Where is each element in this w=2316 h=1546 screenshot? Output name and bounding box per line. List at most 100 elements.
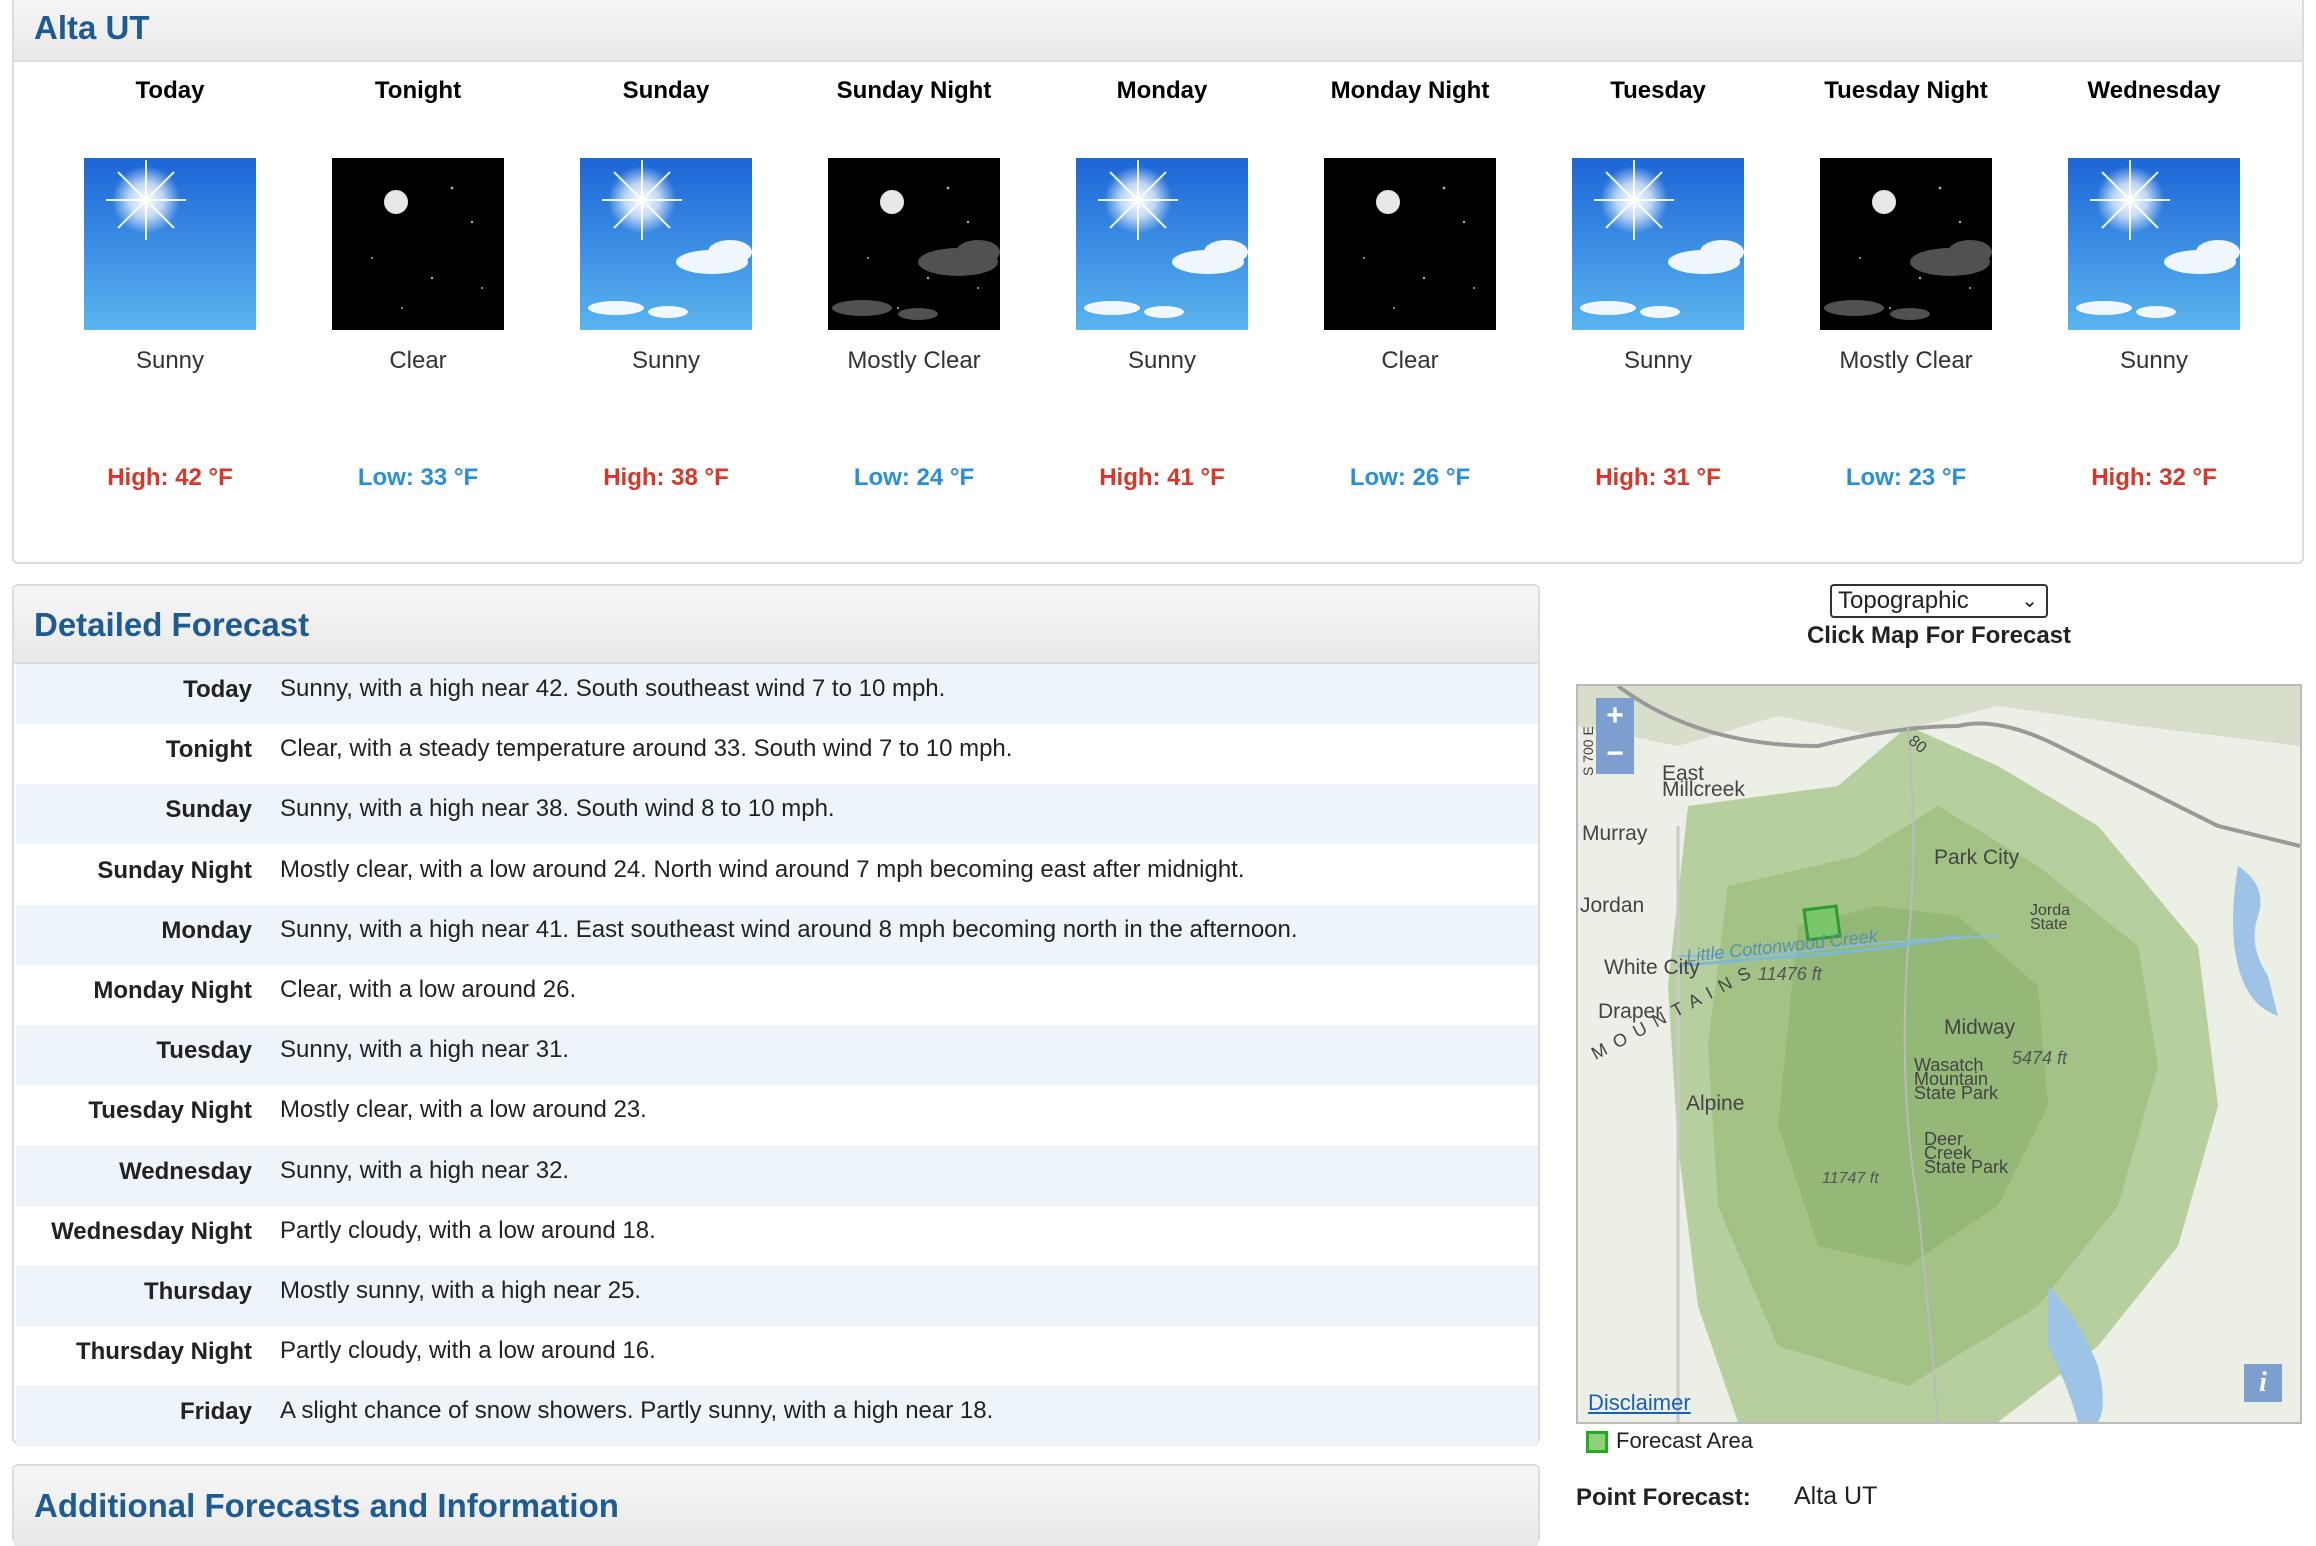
night-sky-image (828, 158, 1000, 330)
map-label-wasatch: Wasatch Mountain State Park (1914, 1055, 1999, 1103)
map-label-elev-5474: 5474 ft (2012, 1048, 2068, 1068)
map-layer-selected: Topographic (1838, 587, 1969, 614)
detailed-forecast-row: Friday A slight chance of snow showers. P… (16, 1386, 1538, 1447)
period-name: Tuesday (1610, 77, 1706, 104)
temp-low: Low: 26 °F (1349, 464, 1471, 491)
detailed-period-text: Partly cloudy, with a low around 18. (280, 1216, 656, 1244)
short-description: Mostly Clear (1839, 347, 1973, 374)
temp-low: Low: 24 °F (853, 464, 975, 491)
detailed-period-label: Tonight (165, 736, 252, 764)
detailed-forecast-panel: Detailed Forecast Today Sunny, with a hig… (12, 584, 1540, 1447)
detailed-forecast-row: Thursday Mostly sunny, with a high near 2… (16, 1266, 1538, 1326)
detailed-period-text: Partly cloudy, with a low around 16. (280, 1337, 656, 1365)
detailed-period-label: Thursday (143, 1278, 252, 1305)
forecast-tombstone[interactable]: Sunday Night Mostly Clear Low: 24 °F (790, 74, 1038, 492)
detailed-period-label: Wednesday (119, 1157, 252, 1185)
map-label-midway: Midway (1944, 1016, 2016, 1039)
detailed-forecast-row: Wednesday Sunny, with a high near 32. (16, 1145, 1538, 1206)
map-layer-select[interactable]: Topographic ⌄ (1830, 584, 2048, 618)
forecast-map[interactable]: + − East Millcreek Murray Jordan White C… (1576, 684, 2302, 1424)
detailed-period-label: Monday (161, 916, 252, 944)
map-info-button[interactable]: i (2244, 1364, 2282, 1402)
map-label-park-city: Park City (1934, 846, 2020, 869)
detailed-period-text: Mostly sunny, with a high near 25. (280, 1277, 642, 1304)
detailed-period-text: Mostly clear, with a low around 23. (280, 1096, 647, 1124)
map-label-street: S 700 E (1580, 726, 1596, 776)
zoom-in-button[interactable]: + (1596, 698, 1634, 736)
detailed-forecast-row: Thursday Night Partly cloudy, with a low … (16, 1326, 1538, 1386)
mostly-clear-night-icon (828, 158, 1000, 330)
detailed-period-label: Wednesday Night (51, 1217, 252, 1245)
additional-forecasts-title: Additional Forecasts and Information (14, 1466, 1538, 1546)
sunny-icon (84, 158, 256, 330)
detailed-period-text: Sunny, with a high near 41. East southea… (280, 915, 1298, 943)
point-forecast-label: Point Forecast: (1576, 1484, 1751, 1511)
sunny-icon (2068, 158, 2240, 330)
detailed-period-label: Sunday Night (97, 856, 252, 884)
forecast-tombstone[interactable]: Monday Night Clear Low: 26 °F (1286, 74, 1534, 492)
map-label-jordanelle: Jorda State (2030, 902, 2071, 933)
detailed-forecast-row: Today Sunny, with a high near 42. South s… (16, 664, 1538, 724)
detailed-forecast-row: Tuesday Night Mostly clear, with a low ar… (16, 1085, 1538, 1145)
period-name: Tuesday Night (1824, 77, 1988, 104)
period-name: Monday (1116, 77, 1208, 104)
detailed-period-text: Sunny, with a high near 38. South wind 8… (280, 795, 835, 823)
temp-high: High: 32 °F (2091, 464, 2217, 491)
detailed-forecast-row: Tonight Clear, with a steady temperature … (16, 724, 1538, 784)
temp-high: High: 38 °F (603, 464, 729, 491)
short-description: Sunny (135, 347, 205, 374)
forecast-tombstone[interactable]: Tuesday Night Mostly Clear Low: 23 °F (1782, 74, 2030, 492)
detailed-period-text: A slight chance of snow showers. Partly … (280, 1397, 994, 1425)
forecast-tombstone[interactable]: Tuesday Sunny High: 31 °F (1534, 74, 1782, 492)
sunny-sky-image (2068, 158, 2240, 330)
additional-forecasts-panel: Additional Forecasts and Information (12, 1464, 1540, 1546)
map-label-jordan: Jordan (1580, 894, 1645, 917)
map-legend: Forecast Area (1586, 1428, 1753, 1454)
sunny-icon (1572, 158, 1744, 330)
detailed-forecast-row: Sunday Night Mostly clear, with a low aro… (16, 845, 1538, 905)
sunny-sky-image (1572, 158, 1744, 330)
map-label-murray: Murray (1582, 822, 1648, 845)
map-label-elev-11747: 11747 ft (1822, 1170, 1879, 1187)
zoom-out-button[interactable]: − (1596, 736, 1634, 774)
detailed-forecast-row: Monday Night Clear, with a low around 26. (16, 965, 1538, 1025)
forecast-tombstone[interactable]: Sunday Sunny High: 38 °F (542, 74, 790, 492)
short-description: Mostly Clear (847, 347, 981, 374)
short-description: Sunny (2119, 347, 2189, 374)
click-map-hint: Click Map For Forecast (1806, 622, 2072, 649)
forecast-tombstone[interactable]: Wednesday Sunny High: 32 °F (2030, 74, 2278, 492)
temp-low: Low: 23 °F (1845, 464, 1967, 491)
short-description: Clear (389, 347, 447, 374)
forecast-tombstone[interactable]: Tonight Clear Low: 33 °F (294, 74, 542, 492)
period-name: Monday Night (1330, 77, 1490, 104)
clear-night-icon (332, 158, 504, 330)
detailed-period-text: Mostly clear, with a low around 24. Nort… (280, 855, 1245, 883)
temp-low: Low: 33 °F (357, 464, 479, 491)
disclaimer-link[interactable]: Disclaimer (1588, 1390, 1691, 1416)
sunny-icon (580, 158, 752, 330)
point-forecast-value: Alta UT (1794, 1482, 1878, 1510)
night-sky-image (1820, 158, 1992, 330)
sunny-icon (1076, 158, 1248, 330)
sunny-sky-image (580, 158, 752, 330)
detailed-period-label: Today (183, 676, 252, 703)
forecast-tombstone[interactable]: Today Sunny High: 42 °F (46, 74, 294, 492)
detailed-period-label: Sunday (165, 796, 252, 824)
forecast-tombstone[interactable]: Monday Sunny High: 41 °F (1038, 74, 1286, 492)
period-name: Tonight (374, 77, 462, 104)
detailed-forecast-row: Sunday Sunny, with a high near 38. South … (16, 784, 1538, 845)
detailed-period-text: Sunny, with a high near 31. (280, 1036, 570, 1064)
map-label-alpine: Alpine (1686, 1092, 1745, 1115)
period-name: Wednesday (2087, 77, 2221, 104)
night-sky-image (1324, 158, 1496, 330)
night-sky-image (332, 158, 504, 330)
detailed-period-text: Sunny, with a high near 32. (280, 1156, 570, 1184)
detailed-forecast-title: Detailed Forecast (14, 586, 1538, 664)
detailed-period-label: Tuesday (156, 1037, 252, 1065)
detailed-forecast-row: Monday Sunny, with a high near 41. East s… (16, 904, 1538, 965)
forecast-area-swatch (1586, 1431, 1608, 1454)
map-label-white-city: White City (1604, 956, 1700, 979)
detailed-period-label: Tuesday Night (88, 1097, 252, 1125)
map-label-east-millcreek: East Millcreek (1662, 762, 1745, 801)
seven-day-forecast-panel: Alta UT Today Sunny High: 42 °F Tonight Clea… (12, 0, 2304, 564)
